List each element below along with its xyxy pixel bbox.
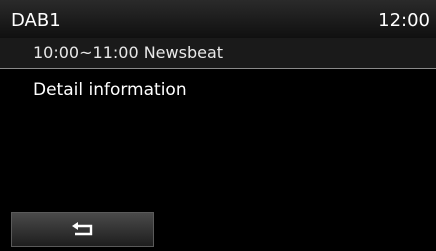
program-title: 10:00~11:00 Newsbeat — [33, 43, 224, 62]
clock: 12:00 — [378, 10, 430, 31]
dab-detail-screen: DAB1 12:00 10:00~11:00 Newsbeat Detail i… — [0, 0, 436, 251]
detail-information-label: Detail information — [33, 80, 187, 100]
program-row: 10:00~11:00 Newsbeat — [0, 38, 436, 69]
status-bar: DAB1 12:00 — [0, 0, 436, 38]
return-arrow-icon — [72, 222, 93, 236]
back-button[interactable] — [11, 212, 154, 247]
source-label: DAB1 — [11, 10, 61, 31]
